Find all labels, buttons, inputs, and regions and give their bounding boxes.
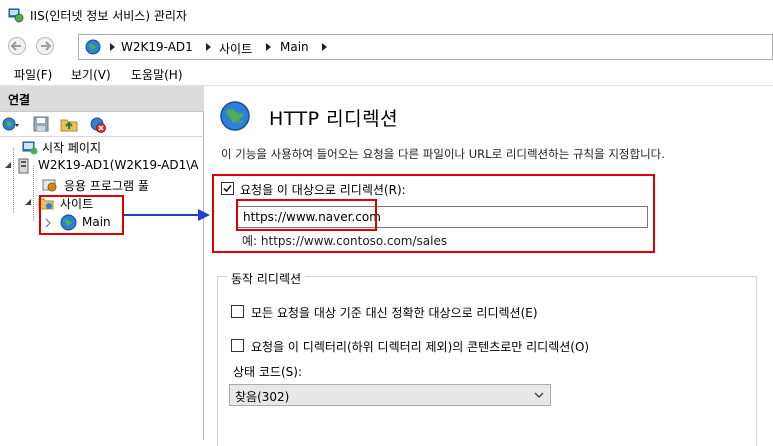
- exact-destination-label: 모든 요청을 대상 기준 대신 정확한 대상으로 리디렉션(E): [251, 306, 538, 320]
- collapse-icon[interactable]: [4, 162, 12, 170]
- tree-item-app-pools[interactable]: 응용 프로그램 풀: [42, 176, 202, 194]
- behavior-group-title: 동작 리디렉션: [227, 270, 306, 287]
- save-icon: [33, 116, 49, 132]
- breadcrumb-main[interactable]: Main: [280, 40, 309, 54]
- save-button[interactable]: [33, 116, 51, 134]
- status-code-select[interactable]: 찾음(302): [229, 384, 551, 406]
- feature-panel: HTTP 리디렉션 이 기능을 사용하여 들어오는 요청을 다른 파일이나 UR…: [205, 86, 773, 446]
- window-title: IIS(인터넷 정보 서비스) 관리자: [30, 9, 187, 23]
- tree-item-label: 시작 페이지: [42, 141, 102, 155]
- app-pool-icon: [42, 179, 57, 192]
- annotation-arrow: [124, 209, 210, 221]
- globe-icon: [85, 39, 101, 58]
- status-code-label: 상태 코드(S):: [233, 365, 302, 379]
- title-bar: IIS(인터넷 정보 서비스) 관리자: [0, 0, 773, 30]
- forward-button[interactable]: [32, 34, 58, 58]
- feature-title: HTTP 리디렉션: [269, 108, 399, 130]
- chevron-down-icon: [534, 392, 544, 398]
- breadcrumb-sites[interactable]: 사이트: [219, 40, 252, 57]
- connections-header: 연결: [0, 86, 204, 112]
- exact-destination-checkbox[interactable]: [231, 305, 244, 318]
- forward-arrow-icon: [36, 37, 54, 55]
- disconnect-icon: [90, 117, 106, 133]
- tree-item-server[interactable]: W2K19-AD1(W2K19-AD1\A: [4, 157, 204, 175]
- feature-description: 이 기능을 사용하여 들어오는 요청을 다른 파일이나 URL로 리디렉션하는 …: [221, 147, 665, 161]
- tree-item-start-page[interactable]: 시작 페이지: [22, 138, 202, 156]
- menu-file[interactable]: 파일(F): [14, 66, 52, 83]
- address-bar[interactable]: W2K19-AD1 사이트 Main: [78, 34, 773, 60]
- collapse-icon[interactable]: [24, 199, 32, 207]
- tree-item-label: W2K19-AD1(W2K19-AD1\A: [38, 158, 199, 172]
- menu-view[interactable]: 보기(V): [71, 66, 111, 83]
- menu-help[interactable]: 도움말(H): [131, 66, 183, 83]
- iis-manager-icon: [8, 7, 24, 26]
- annotation-box-target-url: [236, 199, 377, 231]
- only-this-directory-label: 요청을 이 디렉터리(하위 디렉터리 제외)의 콘텐츠로만 리디렉션(O): [251, 340, 590, 354]
- back-arrow-icon: [8, 37, 26, 55]
- breadcrumb-separator-icon: [206, 43, 211, 51]
- breadcrumb-server[interactable]: W2K19-AD1: [121, 40, 193, 54]
- back-button[interactable]: [4, 34, 30, 58]
- annotation-box-main-site: [39, 195, 124, 235]
- tree-item-label: 응용 프로그램 풀: [64, 179, 149, 193]
- breadcrumb-separator-icon: [266, 43, 271, 51]
- connections-panel: 연결 시작 페이지 W2K19-AD1(W2K19-AD1\A 응용 프로그램 …: [0, 86, 204, 440]
- behavior-groupbox: [217, 276, 757, 446]
- connect-globe-icon: [2, 117, 19, 131]
- http-redirect-globe-icon: [220, 101, 250, 131]
- up-level-button[interactable]: [60, 116, 78, 134]
- only-this-directory-checkbox[interactable]: [231, 339, 244, 352]
- disconnect-button[interactable]: [89, 116, 107, 134]
- server-icon: [18, 158, 29, 174]
- navigation-bar: W2K19-AD1 사이트 Main: [0, 30, 773, 62]
- connections-header-label: 연결: [8, 93, 31, 107]
- menu-bar: 파일(F) 보기(V) 도움말(H): [0, 62, 773, 86]
- folder-up-icon: [60, 119, 78, 132]
- start-page-icon: [22, 141, 38, 155]
- connect-button[interactable]: [2, 116, 20, 134]
- status-code-value: 찾음(302): [235, 390, 290, 404]
- breadcrumb-separator-icon: [322, 43, 327, 51]
- breadcrumb-separator-icon: [110, 43, 115, 51]
- connections-toolbar: [0, 113, 204, 137]
